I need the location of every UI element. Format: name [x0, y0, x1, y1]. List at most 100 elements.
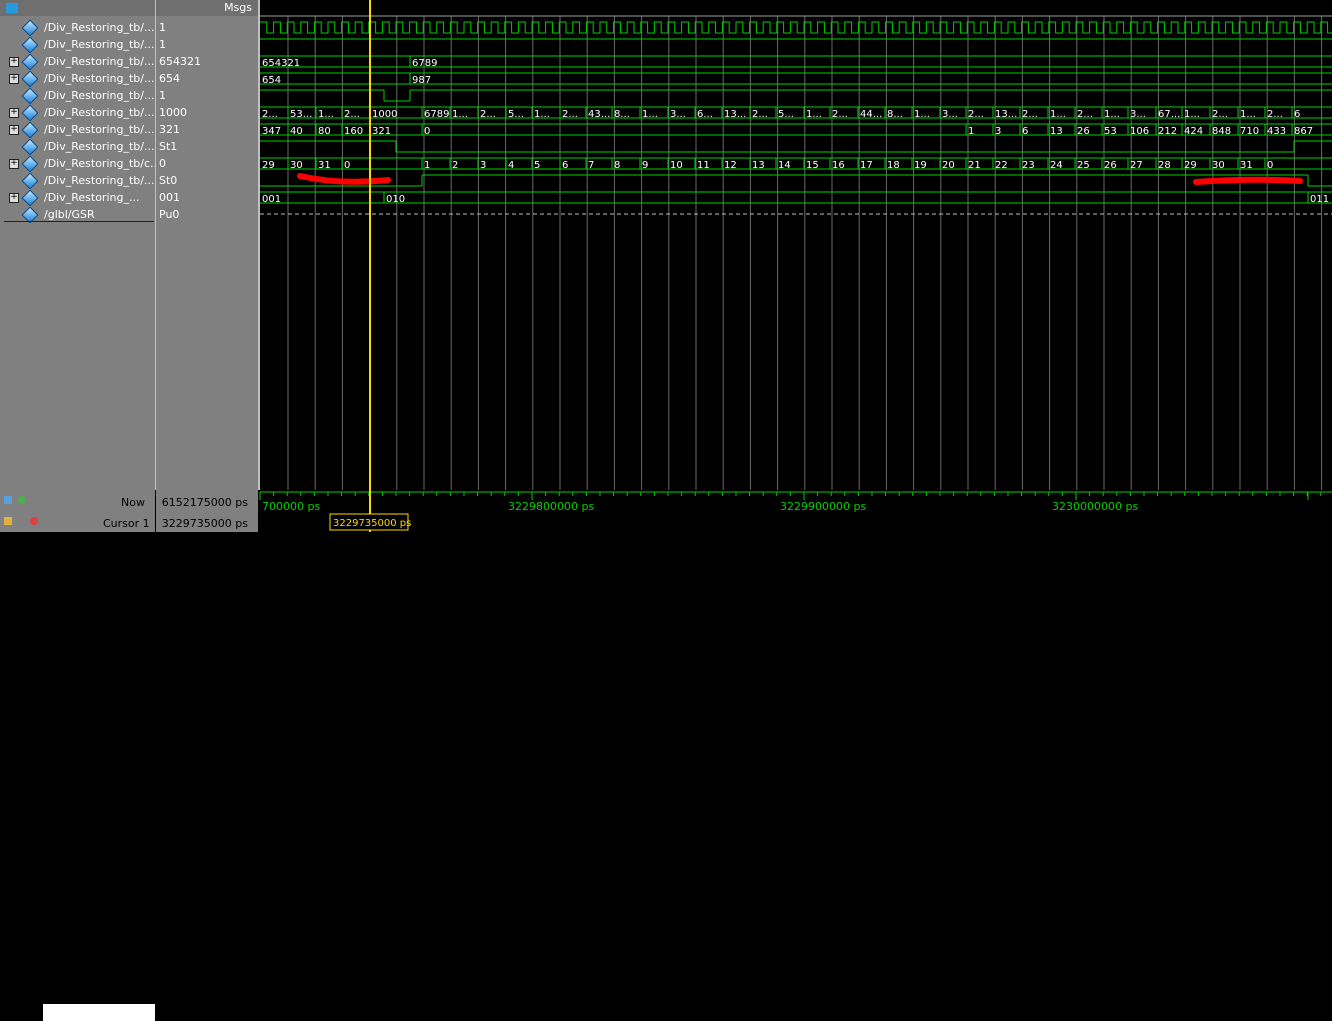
signal-row[interactable]: + /Div_Restoring_tb/...	[0, 53, 155, 70]
signal-value: Pu0	[159, 208, 180, 221]
signal-row[interactable]: + /Div_Restoring_tb/...	[0, 104, 155, 121]
signal-row[interactable]: + /Div_Restoring_...	[0, 189, 155, 206]
signal-name: /Div_Restoring_tb/...	[44, 21, 155, 34]
signal-value-row: 321	[156, 121, 258, 138]
add-icon[interactable]	[18, 496, 26, 504]
expand-icon[interactable]: +	[9, 74, 19, 84]
bottom-labels: Now Cursor 1	[0, 490, 155, 1021]
signal-name: /Div_Restoring_tb/...	[44, 72, 155, 85]
bus-value: 1...	[1240, 109, 1256, 120]
signal-value-row: St1	[156, 138, 258, 155]
diamond-icon	[21, 36, 39, 53]
signal-name: /Div_Restoring_tb/...	[44, 89, 155, 102]
bus-value: 2...	[1267, 109, 1283, 120]
bus-value: 1...	[1104, 109, 1120, 120]
now-label: Now	[121, 496, 145, 509]
bus-value: 2...	[1077, 109, 1093, 120]
bus-value: 347	[262, 126, 281, 137]
signal-value: St0	[159, 174, 178, 187]
bus-value: 21	[968, 160, 981, 171]
bus-value: 67...	[1158, 109, 1180, 120]
bus-value: 1	[968, 126, 974, 137]
signal-names-pane: /Div_Restoring_tb/... /Div_Restoring_tb/.…	[0, 0, 155, 490]
bus-value: 80	[318, 126, 331, 137]
signal-value: 0	[159, 157, 166, 170]
cursor-tag: 3229735000 ps	[333, 518, 411, 529]
bus-value: 654321	[262, 58, 300, 69]
bus-value: 12	[724, 160, 737, 171]
bus-value: 0	[1267, 160, 1273, 171]
signal-row[interactable]: + /Div_Restoring_tb/...	[0, 121, 155, 138]
signal-row[interactable]: /Div_Restoring_tb/...	[0, 87, 155, 104]
expand-icon[interactable]: +	[9, 108, 19, 118]
bus-value: 987	[412, 75, 431, 86]
signal-row[interactable]: + /Div_Restoring_tb/c...	[0, 155, 155, 172]
bus-value: 26	[1077, 126, 1090, 137]
delete-cursor-icon[interactable]	[30, 517, 38, 525]
bus-value: 160	[344, 126, 363, 137]
bus-value: 53	[1104, 126, 1117, 137]
diamond-icon	[21, 172, 39, 189]
bus-value: 1	[424, 160, 430, 171]
bus-value: 001	[262, 194, 281, 205]
bus-value: 2...	[562, 109, 578, 120]
bus-value: 212	[1158, 126, 1177, 137]
expand-icon[interactable]: +	[9, 125, 19, 135]
bus-value: 2...	[832, 109, 848, 120]
bottom-values: 6152175000 ps 3229735000 ps	[156, 490, 258, 532]
signal-values-pane: Msgs 1 1 654321 654 1 1000 321 St1 0 St0 001 Pu0	[156, 0, 258, 490]
signal-value: 654321	[159, 55, 201, 68]
signal-row[interactable]: /Div_Restoring_tb/...	[0, 138, 155, 155]
signal-row[interactable]: /Div_Restoring_tb/...	[0, 19, 155, 36]
bus-value: 6	[562, 160, 568, 171]
lock-icon[interactable]	[4, 517, 12, 525]
signal-value: 1000	[159, 106, 187, 119]
pane-divider-left[interactable]	[155, 0, 156, 532]
bus-value: 26	[1104, 160, 1117, 171]
signal-row[interactable]: /Div_Restoring_tb/...	[0, 36, 155, 53]
signal-name: /Div_Restoring_...	[44, 191, 140, 204]
bus-value: 2...	[344, 109, 360, 120]
bus-value: 9	[642, 160, 648, 171]
bus-value: 0	[344, 160, 350, 171]
bus-value: 848	[1212, 126, 1231, 137]
expand-icon[interactable]: +	[9, 159, 19, 169]
bus-value: 23	[1022, 160, 1035, 171]
bus-value: 433	[1267, 126, 1286, 137]
bus-value: 710	[1240, 126, 1259, 137]
signal-value-row: 1	[156, 87, 258, 104]
bus-value: 25	[1077, 160, 1090, 171]
signal-value: 321	[159, 123, 180, 136]
now-icon[interactable]	[4, 496, 12, 504]
bus-value: 40	[290, 126, 303, 137]
expand-icon[interactable]: +	[9, 57, 19, 67]
signal-value: 1	[159, 21, 166, 34]
toolbar-icon[interactable]	[6, 3, 18, 13]
bus-value: 44...	[860, 109, 882, 120]
bus-value: 18	[887, 160, 900, 171]
bus-value: 19	[914, 160, 927, 171]
signal-value-row: 0	[156, 155, 258, 172]
bus-value: 3...	[942, 109, 958, 120]
waveform-canvas[interactable]: 654321 6789654 9872... 53... 1... 2... 1000 678…	[260, 0, 1332, 490]
bus-value: 29	[1184, 160, 1197, 171]
bus-value: 17	[860, 160, 873, 171]
bus-value: 7	[588, 160, 594, 171]
annotation-stroke	[1193, 176, 1303, 185]
expand-icon[interactable]: +	[9, 193, 19, 203]
cursor-label: Cursor 1	[103, 517, 150, 530]
row-underline	[4, 221, 154, 222]
bus-value: 20	[942, 160, 955, 171]
diamond-icon	[21, 121, 39, 138]
bus-value: 011	[1310, 194, 1329, 205]
bus-value: 1...	[534, 109, 550, 120]
signal-value-row: 654	[156, 70, 258, 87]
signal-row[interactable]: /Div_Restoring_tb/...	[0, 172, 155, 189]
signal-row[interactable]: + /Div_Restoring_tb/...	[0, 70, 155, 87]
names-header	[0, 0, 155, 16]
time-label: 3229800000 ps	[508, 500, 594, 513]
bus-value: 14	[778, 160, 791, 171]
time-label: 700000 ps	[262, 500, 320, 513]
bus-value: 5...	[508, 109, 524, 120]
bus-value: 2...	[752, 109, 768, 120]
